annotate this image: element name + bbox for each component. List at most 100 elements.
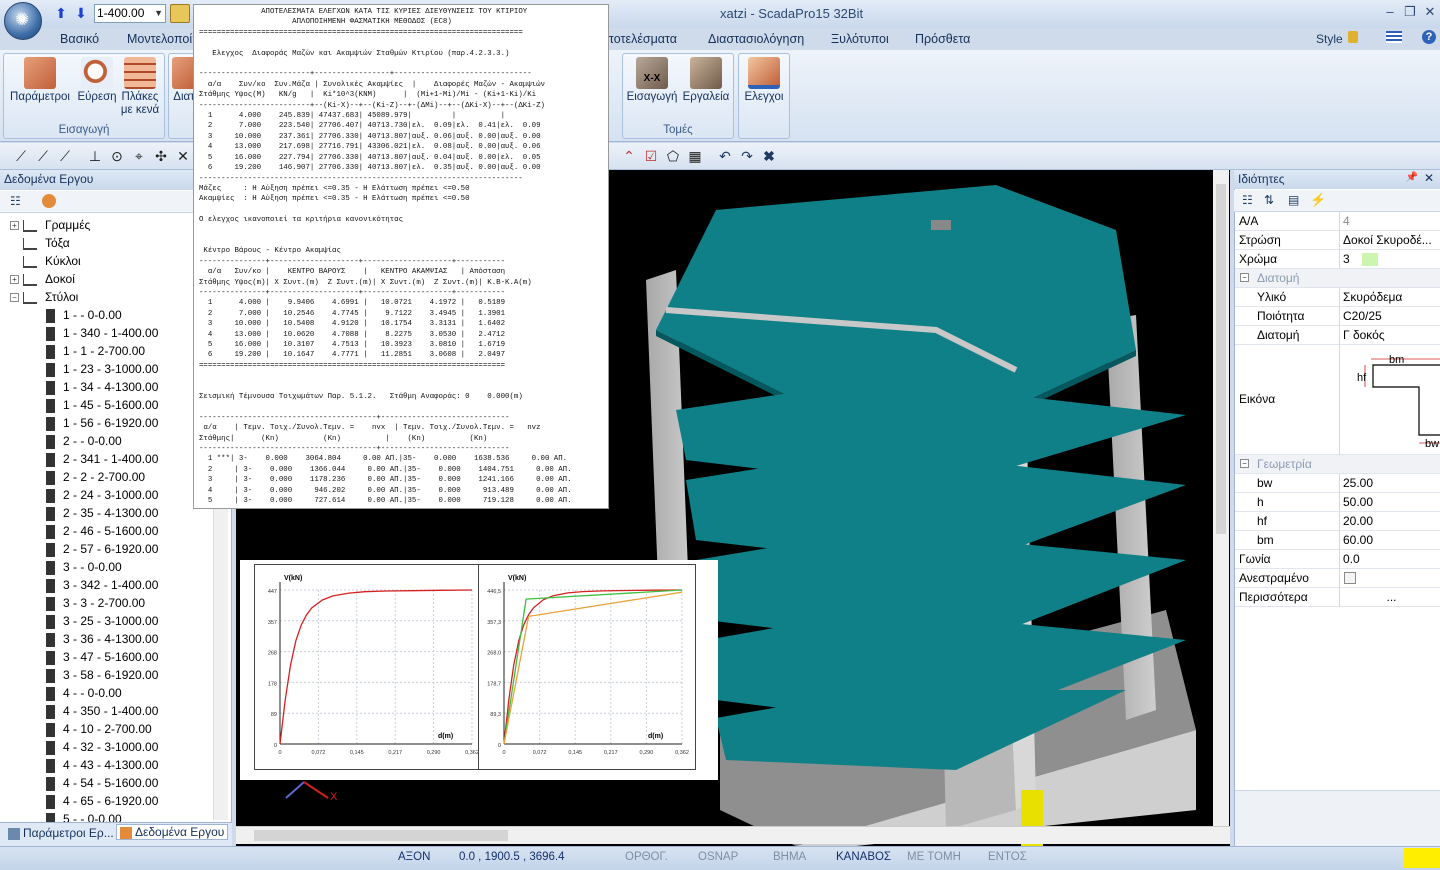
checkbox-tool-icon[interactable]: ☑ — [642, 148, 660, 165]
tree-item-column[interactable]: 2 - 57 - 6-1920.00 — [46, 540, 158, 558]
tab-project-data[interactable]: Δεδομένα Εργου — [116, 824, 229, 840]
level-up-icon[interactable]: ⬆ — [52, 4, 70, 22]
level-down-icon[interactable]: ⬇ — [72, 4, 90, 22]
expand-icon[interactable]: + — [10, 275, 19, 285]
expand-icon[interactable] — [10, 257, 19, 266]
vscroll-thumb[interactable] — [1216, 184, 1226, 534]
prop-row-bw[interactable]: bw 25.00 — [1235, 474, 1440, 493]
prop-value-h[interactable]: 50.00 — [1339, 493, 1440, 512]
tab-design[interactable]: Διαστασιολόγηση — [708, 32, 804, 46]
tree-item-column[interactable]: 3 - 58 - 6-1920.00 — [46, 666, 158, 684]
section-insert-button[interactable]: X-X Εισαγωγή — [624, 57, 680, 104]
node-snap-icon[interactable]: ⌖ — [130, 148, 148, 165]
categorized-icon[interactable]: ☷ — [1242, 193, 1253, 207]
collapse-geometry-icon[interactable]: − — [1240, 459, 1249, 468]
tree-item-column[interactable]: 2 - 2 - 2-700.00 — [46, 468, 145, 486]
tree-item-column[interactable]: 3 - 36 - 4-1300.00 — [46, 630, 158, 648]
tree-view-icon[interactable]: ☷ — [10, 194, 26, 208]
section-tools-button[interactable]: Εργαλεία — [680, 57, 732, 104]
status-item[interactable]: OSNAP — [698, 851, 738, 863]
quadrant-snap-icon[interactable]: ✣ — [152, 148, 170, 165]
slabs-with-openings-button[interactable]: Πλάκες με κενά — [118, 57, 162, 117]
perpendicular-snap-icon[interactable]: ⊥ — [86, 148, 104, 165]
tab-results[interactable]: Αποτελέσματα — [597, 32, 677, 46]
tree-item-column[interactable]: 1 - 23 - 3-1000.00 — [46, 360, 158, 378]
refresh-icon[interactable] — [42, 194, 56, 208]
viewport-vertical-scrollbar[interactable] — [1213, 170, 1229, 826]
search-button[interactable]: Εύρεση — [74, 57, 120, 104]
tree-item-column[interactable]: 2 - 35 - 4-1300.00 — [46, 504, 158, 522]
prop-value-quality[interactable]: C20/25 — [1339, 307, 1440, 326]
tree-item-column[interactable]: 1 - 340 - 1-400.00 — [46, 324, 158, 342]
prop-row-quality[interactable]: Ποιότητα C20/25 — [1235, 307, 1440, 326]
tree-category[interactable]: Τόξα — [10, 234, 70, 252]
tree-item-column[interactable]: 2 - 46 - 5-1600.00 — [46, 522, 158, 540]
category-geometry[interactable]: − Γεωμετρία — [1235, 455, 1440, 474]
minimize-icon[interactable]: – — [1380, 4, 1400, 22]
parameters-button[interactable]: Παράμετροι — [8, 57, 72, 104]
style-menu[interactable]: Style — [1316, 32, 1343, 46]
tree-item-column[interactable]: 4 - 350 - 1-400.00 — [46, 702, 158, 720]
tab-formwork[interactable]: Ξυλότυποι — [831, 32, 889, 46]
tree-item-column[interactable]: 3 - 3 - 2-700.00 — [46, 594, 145, 612]
undo-icon[interactable]: ↶ — [716, 148, 734, 165]
tree-item-column[interactable]: 3 - 342 - 1-400.00 — [46, 576, 158, 594]
tree-item-column[interactable]: 3 - 25 - 3-1000.00 — [46, 612, 158, 630]
quick-access-icon[interactable] — [170, 4, 190, 23]
status-item[interactable]: ΟΡΘΟΓ. — [625, 851, 668, 863]
tree-category[interactable]: − Στύλοι — [10, 288, 78, 306]
prop-value-color[interactable]: 3 — [1339, 250, 1440, 269]
checks-button[interactable]: Ελεγχοι — [740, 57, 788, 104]
prop-row-material[interactable]: Υλικό Σκυρόδεμα — [1235, 288, 1440, 307]
hscroll-thumb[interactable] — [254, 830, 508, 841]
status-item[interactable]: ΒΗΜΑ — [773, 851, 806, 863]
viewport-horizontal-scrollbar[interactable] — [236, 826, 1230, 844]
tree-item-column[interactable]: 1 - 1 - 2-700.00 — [46, 342, 145, 360]
collapse-icon[interactable]: − — [10, 293, 19, 303]
prop-value-layer[interactable]: Δοκοί Σκυροδέ... — [1339, 231, 1440, 250]
tab-modeling[interactable]: Μοντελοποίη — [127, 32, 199, 46]
prop-row-layer[interactable]: Στρώση Δοκοί Σκυροδέ... — [1235, 231, 1440, 250]
tree-item-column[interactable]: 2 - - 0-0.00 — [46, 432, 122, 450]
prop-row-color[interactable]: Χρώμα 3 — [1235, 250, 1440, 269]
expand-icon[interactable]: + — [10, 221, 19, 231]
delete-icon[interactable]: ✖ — [760, 148, 778, 165]
prop-value-bw[interactable]: 25.00 — [1339, 474, 1440, 493]
expand-icon[interactable] — [10, 239, 19, 248]
tree-item-column[interactable]: 1 - 34 - 4-1300.00 — [46, 378, 158, 396]
level-selector[interactable]: 1-400.00 ▼ — [94, 4, 166, 23]
tree-category[interactable]: Κύκλοι — [10, 252, 81, 270]
intersection-snap-icon[interactable]: ✕ — [174, 148, 192, 165]
property-pages-icon[interactable]: ▤ — [1288, 193, 1299, 207]
line-tool-icon[interactable]: ⟋ — [12, 148, 30, 165]
arc-tool-icon[interactable]: ⟋ — [56, 148, 74, 165]
tree-item-column[interactable]: 3 - - 0-0.00 — [46, 558, 122, 576]
tree-item-column[interactable]: 1 - 45 - 5-1600.00 — [46, 396, 158, 414]
tree-item-column[interactable]: 2 - 24 - 3-1000.00 — [46, 486, 158, 504]
tab-addons[interactable]: Πρόσθετα — [915, 32, 970, 46]
tree-item-column[interactable]: 4 - - 0-0.00 — [46, 684, 122, 702]
prop-value-angle[interactable]: 0.0 — [1339, 550, 1440, 569]
tree-item-column[interactable]: 4 - 54 - 5-1600.00 — [46, 774, 158, 792]
inverted-checkbox[interactable] — [1344, 572, 1356, 584]
tree-item-column[interactable]: 4 - 65 - 6-1920.00 — [46, 792, 158, 810]
tree-item-column[interactable]: 3 - 47 - 5-1600.00 — [46, 648, 158, 666]
prop-value-hf[interactable]: 20.00 — [1339, 512, 1440, 531]
prop-value-inverted[interactable] — [1339, 569, 1440, 588]
language-flag-icon[interactable] — [1386, 31, 1402, 43]
status-item[interactable]: 0.0 , 1900.5 , 3696.4 — [459, 851, 565, 863]
tab-basic[interactable]: Βασικό — [60, 32, 99, 46]
prop-value-bm[interactable]: 60.00 — [1339, 531, 1440, 550]
prop-row-inverted[interactable]: Ανεστραμένο — [1235, 569, 1440, 588]
tab-project-parameters[interactable]: Παράμετροι Ερ... — [8, 826, 114, 840]
events-icon[interactable]: ⚡ — [1310, 192, 1326, 208]
chart-tool-icon[interactable]: ⌃ — [620, 148, 638, 165]
polyline-tool-icon[interactable]: ⟋ — [34, 148, 52, 165]
tree-item-column[interactable]: 4 - 10 - 2-700.00 — [46, 720, 152, 738]
status-item[interactable]: ΑΞΟΝ — [398, 851, 430, 863]
prop-value-material[interactable]: Σκυρόδεμα — [1339, 288, 1440, 307]
prop-row-h[interactable]: h 50.00 — [1235, 493, 1440, 512]
grid-tool-icon[interactable]: ▦ — [686, 148, 704, 165]
close-icon[interactable]: ✕ — [1420, 4, 1440, 22]
tree-item-column[interactable]: 1 - - 0-0.00 — [46, 306, 122, 324]
